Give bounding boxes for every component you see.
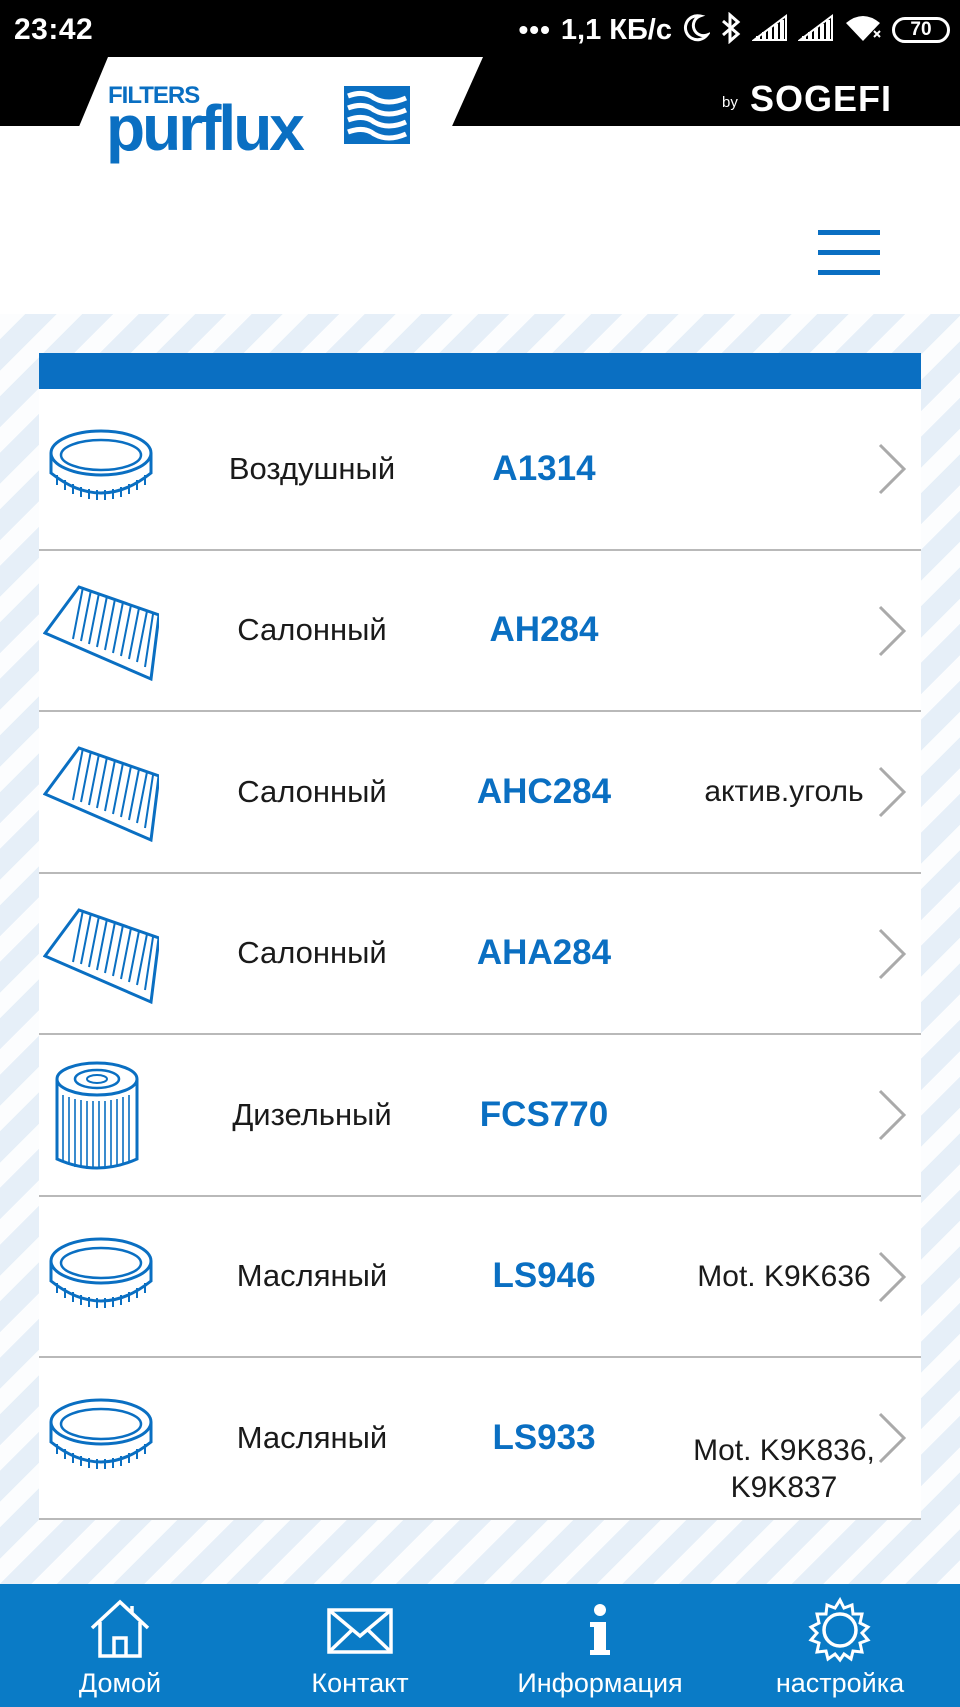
bluetooth-icon	[720, 11, 742, 49]
filter-list: Воздушный A1314 Салонный AH284 Салонный …	[39, 389, 921, 1520]
ring-filter-icon	[43, 1382, 159, 1494]
filter-type: Воздушный	[228, 450, 396, 486]
filter-type: Салонный	[237, 935, 387, 971]
chevron-right-icon	[877, 764, 907, 820]
bottom-nav: Домой Контакт Информация настройка	[0, 1584, 960, 1707]
filter-row-7[interactable]: Масляный LS933 Mot. K9K836, K9K837	[39, 1358, 921, 1520]
signal-icon	[751, 13, 788, 47]
status-time: 23:42	[14, 13, 94, 46]
list-header-bar	[39, 353, 921, 389]
filter-row-5[interactable]: Дизельный FCS770	[39, 1035, 921, 1197]
battery-level: 70	[910, 19, 932, 40]
wifi-icon	[844, 13, 882, 48]
purflux-logo-mark-icon	[344, 86, 410, 149]
by-label: by	[722, 94, 738, 111]
nav-label: Информация	[517, 1668, 683, 1698]
menu-line	[818, 270, 880, 275]
nav-contact[interactable]: Контакт	[240, 1584, 480, 1707]
mail-icon	[326, 1596, 394, 1665]
filter-code: LS933	[492, 1417, 596, 1457]
menu-line	[818, 250, 880, 255]
filter-type: Салонный	[237, 773, 387, 809]
info-icon	[580, 1596, 620, 1665]
home-icon	[88, 1596, 152, 1665]
filter-code: AHC284	[476, 771, 612, 811]
network-speed: 1,1 КБ/с	[560, 13, 672, 46]
nav-label: настройка	[775, 1668, 905, 1698]
filter-code: FCS770	[479, 1094, 609, 1134]
filter-type: Масляный	[236, 1258, 388, 1294]
status-bar: 23:42 ••• 1,1 КБ/с 70	[0, 0, 960, 60]
nav-label: Контакт	[311, 1668, 409, 1698]
filter-type: Масляный	[236, 1419, 388, 1455]
nav-info[interactable]: Информация	[480, 1584, 720, 1707]
logo-purflux-text: purflux	[106, 92, 305, 164]
filter-row-3[interactable]: Салонный AHC284 актив.уголь	[39, 712, 921, 874]
dots-icon: •••	[518, 14, 551, 45]
gear-icon	[806, 1596, 874, 1669]
panel-filter-icon	[42, 898, 161, 1010]
filter-row-2[interactable]: Салонный AH284	[39, 551, 921, 712]
filter-type: Дизельный	[232, 1096, 392, 1132]
filter-code: A1314	[492, 448, 596, 488]
moon-icon	[682, 13, 712, 48]
filter-row-1[interactable]: Воздушный A1314	[39, 389, 921, 551]
nav-label: Домой	[78, 1668, 162, 1698]
chevron-right-icon	[877, 1410, 907, 1466]
cartridge-filter-icon	[43, 1059, 159, 1171]
ring-filter-icon	[43, 413, 159, 525]
nav-home[interactable]: Домой	[0, 1584, 240, 1707]
menu-line	[818, 230, 880, 235]
filter-row-6[interactable]: Масляный LS946 Mot. K9K636	[39, 1197, 921, 1358]
chevron-right-icon	[877, 603, 907, 659]
filter-code: LS946	[492, 1256, 596, 1296]
chevron-right-icon	[877, 1249, 907, 1305]
chevron-right-icon	[877, 441, 907, 497]
filter-code: AH284	[489, 610, 599, 650]
signal-icon	[797, 13, 834, 47]
ring-filter-icon	[43, 1221, 159, 1333]
chevron-right-icon	[877, 926, 907, 982]
panel-filter-icon	[42, 736, 161, 848]
panel-filter-icon	[42, 575, 161, 687]
menu-button[interactable]	[816, 226, 882, 280]
filter-code: AHA284	[476, 933, 612, 973]
filter-type: Салонный	[237, 612, 387, 648]
chevron-right-icon	[877, 1087, 907, 1143]
filter-row-4[interactable]: Салонный AHA284	[39, 874, 921, 1035]
battery-icon: 70	[892, 17, 950, 43]
nav-settings[interactable]: настройка	[720, 1584, 960, 1707]
sogefi-logo: SOGEFI	[750, 78, 893, 119]
